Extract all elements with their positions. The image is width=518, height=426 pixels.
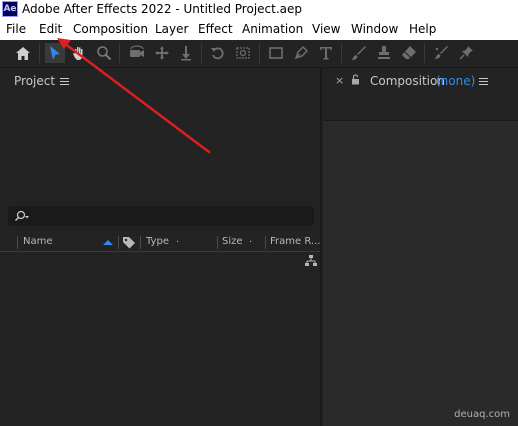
menu-bar: File Edit Composition Layer Effect Anima… bbox=[0, 19, 518, 40]
column-separator bbox=[17, 236, 18, 249]
flowchart-icon[interactable] bbox=[305, 255, 317, 267]
column-size[interactable]: Size bbox=[222, 236, 243, 247]
menu-composition[interactable]: Composition bbox=[73, 22, 148, 36]
zoom-tool-icon[interactable] bbox=[94, 43, 114, 63]
project-panel-menu-icon[interactable] bbox=[60, 78, 69, 86]
composition-panel bbox=[323, 68, 518, 426]
after-effects-logo-icon: Ae bbox=[2, 1, 18, 17]
roto-brush-icon[interactable] bbox=[431, 43, 451, 63]
hand-tool-icon[interactable] bbox=[69, 43, 89, 63]
toolbar-separator bbox=[259, 44, 260, 63]
pan-camera-icon[interactable] bbox=[152, 43, 172, 63]
menu-file[interactable]: File bbox=[6, 22, 26, 36]
panel-divider[interactable] bbox=[320, 67, 322, 426]
sort-ascending-icon[interactable] bbox=[102, 238, 114, 246]
lock-icon[interactable] bbox=[351, 74, 360, 85]
rotation-tool-icon[interactable] bbox=[208, 43, 228, 63]
home-icon[interactable] bbox=[13, 43, 33, 63]
eraser-tool-icon[interactable] bbox=[399, 43, 419, 63]
close-panel-icon[interactable]: × bbox=[335, 74, 344, 87]
menu-animation[interactable]: Animation bbox=[242, 22, 303, 36]
toolbar-separator bbox=[341, 44, 342, 63]
pan-behind-icon[interactable] bbox=[233, 43, 253, 63]
dolly-camera-icon[interactable] bbox=[176, 43, 196, 63]
brush-tool-icon[interactable] bbox=[349, 43, 369, 63]
orbit-camera-icon[interactable] bbox=[127, 43, 147, 63]
menu-edit[interactable]: Edit bbox=[39, 22, 62, 36]
title-bar: Ae Adobe After Effects 2022 - Untitled P… bbox=[0, 0, 518, 19]
menu-window[interactable]: Window bbox=[351, 22, 398, 36]
window-title: Adobe After Effects 2022 - Untitled Proj… bbox=[22, 2, 303, 16]
rectangle-tool-icon[interactable] bbox=[266, 43, 286, 63]
menu-effect[interactable]: Effect bbox=[198, 22, 233, 36]
project-column-header: Name Type . Size . Frame R... bbox=[0, 234, 320, 252]
column-size-dot: . bbox=[249, 234, 253, 245]
search-icon bbox=[14, 210, 29, 222]
label-tag-icon[interactable] bbox=[122, 236, 136, 249]
watermark: deuaq.com bbox=[454, 409, 510, 420]
composition-name-dropdown[interactable]: (none) bbox=[436, 74, 475, 88]
clone-stamp-icon[interactable] bbox=[374, 43, 394, 63]
project-search-input[interactable] bbox=[8, 206, 314, 226]
toolbar-separator bbox=[201, 44, 202, 63]
composition-panel-title[interactable]: Composition bbox=[370, 74, 445, 88]
pen-tool-icon[interactable] bbox=[291, 43, 311, 63]
composition-panel-menu-icon[interactable] bbox=[479, 78, 488, 86]
column-separator bbox=[265, 236, 266, 249]
column-separator bbox=[217, 236, 218, 249]
menu-layer[interactable]: Layer bbox=[155, 22, 188, 36]
column-type-dot: . bbox=[176, 234, 180, 245]
toolbar-separator bbox=[119, 44, 120, 63]
puppet-pin-icon[interactable] bbox=[456, 43, 476, 63]
toolbar-separator bbox=[39, 44, 40, 63]
toolbar-separator bbox=[424, 44, 425, 63]
menu-view[interactable]: View bbox=[312, 22, 340, 36]
column-separator bbox=[118, 236, 119, 249]
column-type[interactable]: Type bbox=[146, 236, 169, 247]
column-separator bbox=[140, 236, 141, 249]
selection-tool-icon[interactable] bbox=[45, 43, 65, 63]
project-panel-title[interactable]: Project bbox=[14, 74, 55, 88]
type-tool-icon[interactable] bbox=[316, 43, 336, 63]
tools-toolbar bbox=[0, 40, 518, 68]
column-name[interactable]: Name bbox=[23, 236, 53, 247]
column-frame-rate[interactable]: Frame R... bbox=[270, 236, 320, 247]
menu-help[interactable]: Help bbox=[409, 22, 436, 36]
